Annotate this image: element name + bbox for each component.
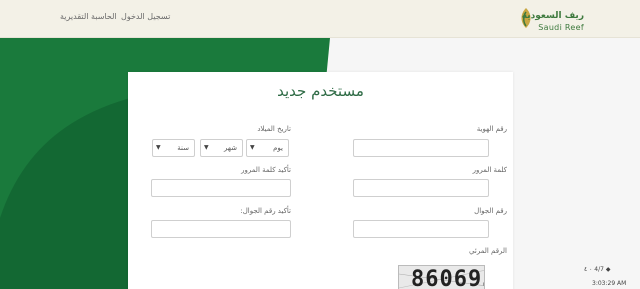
- side-stamp-text: ٠ ٤ 4/7 ◆: [584, 266, 611, 273]
- birth-year-value: سنة: [177, 144, 189, 152]
- mobile-input[interactable]: [353, 220, 489, 238]
- birth-day-select[interactable]: يوم ▼: [246, 139, 289, 157]
- birth-year-select[interactable]: سنة ▼: [152, 139, 195, 157]
- confirm-password-label: تأكيد كلمة المرور: [241, 166, 291, 174]
- chevron-down-icon: ▼: [204, 144, 209, 151]
- top-header: تسجيل الدخول الحاسبة التقديرية ريف السعو…: [0, 0, 640, 38]
- password-input[interactable]: [353, 179, 489, 197]
- id-number-input[interactable]: [353, 139, 489, 157]
- confirm-mobile-input[interactable]: [151, 220, 291, 238]
- chevron-down-icon: ▼: [156, 144, 161, 151]
- saudi-reef-logo[interactable]: ريف السعودية Saudi Reef: [520, 4, 584, 34]
- captcha-code: 860693: [411, 267, 484, 289]
- nav-calculator-link[interactable]: الحاسبة التقديرية: [60, 12, 117, 21]
- logo-arabic-text: ريف السعودية: [521, 11, 584, 21]
- password-label: كلمة المرور: [472, 166, 507, 174]
- confirm-password-input[interactable]: [151, 179, 291, 197]
- captcha-image: 860693: [398, 265, 485, 289]
- captcha-label: الرقم المرئي: [469, 247, 507, 255]
- side-time-text: 3:03:29 AM: [592, 280, 627, 287]
- chevron-down-icon: ▼: [250, 144, 255, 151]
- birth-month-value: شهر: [224, 144, 237, 152]
- register-form-card: مستخدم جديد رقم الهوية تاريخ الميلاد يوم…: [128, 72, 513, 289]
- logo-english-text: Saudi Reef: [538, 23, 584, 32]
- birth-day-value: يوم: [273, 144, 283, 152]
- birth-date-label: تاريخ الميلاد: [257, 125, 291, 133]
- id-number-label: رقم الهوية: [476, 125, 507, 133]
- nav-login-link[interactable]: تسجيل الدخول: [121, 12, 170, 21]
- form-title: مستخدم جديد: [277, 82, 364, 100]
- mobile-label: رقم الجوال: [474, 207, 507, 215]
- birth-month-select[interactable]: شهر ▼: [200, 139, 243, 157]
- confirm-mobile-label: تأكيد رقم الجوال:: [240, 207, 291, 215]
